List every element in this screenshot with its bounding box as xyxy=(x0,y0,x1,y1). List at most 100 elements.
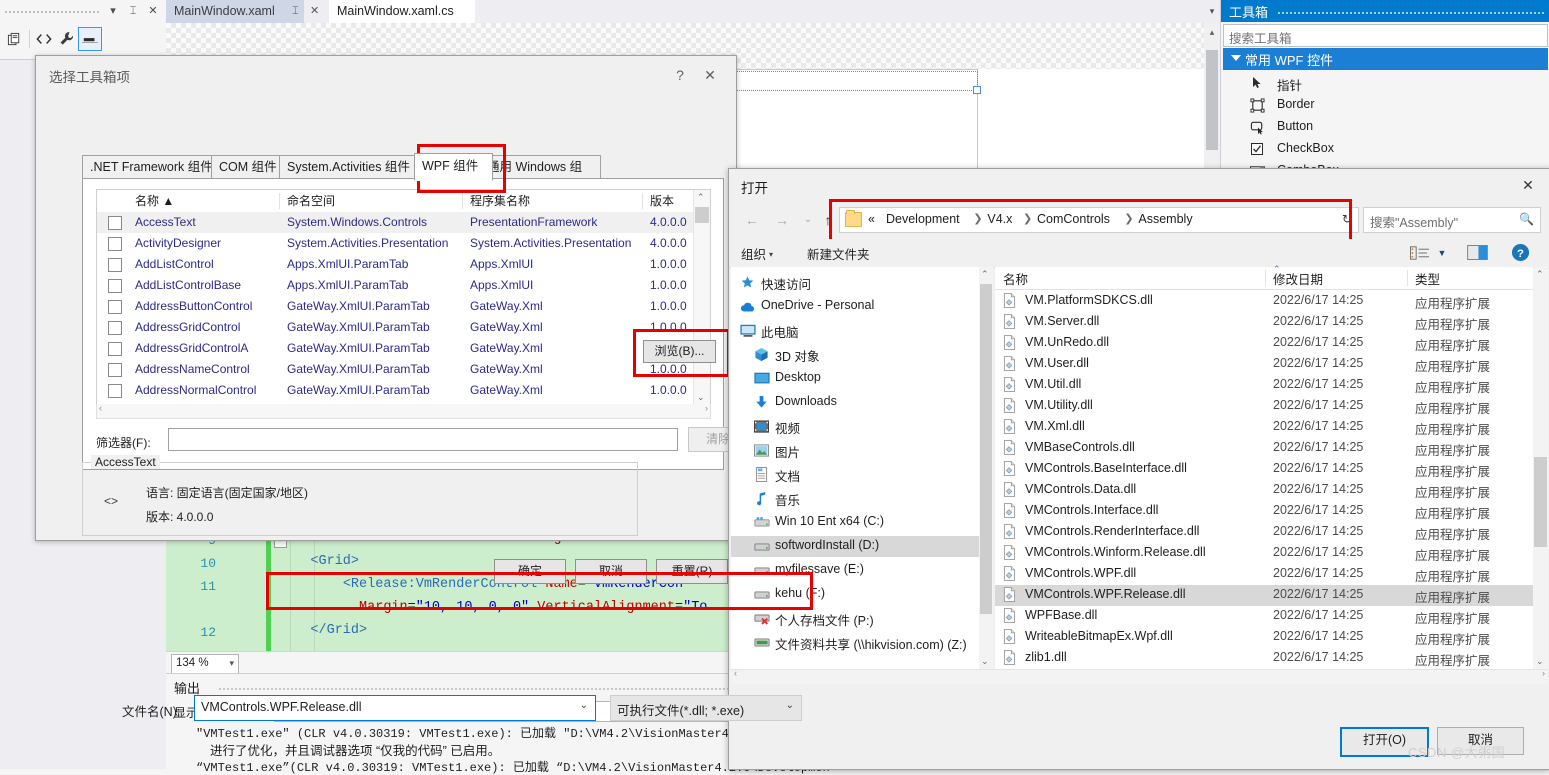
help-icon[interactable]: ? xyxy=(1509,243,1531,262)
toolbox-item-checkbox[interactable]: CheckBox xyxy=(1223,138,1548,160)
pin-icon[interactable]: ⌶ xyxy=(125,3,141,19)
dialog-tab-3[interactable]: WPF 组件 xyxy=(414,153,493,181)
file-row-1[interactable]: VM.Server.dll 2022/6/17 14:25 应用程序扩展 xyxy=(995,312,1533,333)
table-row[interactable]: ActivityDesigner System.Activities.Presen… xyxy=(97,233,694,254)
scroll-left-arrow-icon[interactable]: ‹ xyxy=(99,403,102,413)
nav-item-2[interactable]: 此电脑 xyxy=(731,320,979,341)
nav-item-5[interactable]: Downloads xyxy=(731,392,979,413)
dialog-horizontal-scrollbar[interactable]: ‹ › xyxy=(731,668,1548,684)
nav-item-11[interactable]: softwordInstall (D:) xyxy=(731,536,979,557)
toolbox-item-button[interactable]: Button xyxy=(1223,116,1548,138)
row-checkbox[interactable] xyxy=(108,279,122,293)
filename-input[interactable]: VMControls.WPF.Release.dll ⌄ xyxy=(194,695,596,721)
file-row-4[interactable]: VM.Util.dll 2022/6/17 14:25 应用程序扩展 xyxy=(995,375,1533,396)
row-checkbox[interactable] xyxy=(108,216,122,230)
file-row-16[interactable]: WriteableBitmapEx.Wpf.dll 2022/6/17 14:25… xyxy=(995,627,1533,648)
file-row-12[interactable]: VMControls.Winform.Release.dll 2022/6/17 … xyxy=(995,543,1533,564)
grid-header-name[interactable]: 名称 ▲ xyxy=(135,190,174,212)
file-row-6[interactable]: VM.Xml.dll 2022/6/17 14:25 应用程序扩展 xyxy=(995,417,1533,438)
table-row[interactable]: AccessText System.Windows.Controls Present… xyxy=(97,212,694,233)
scroll-up-arrow-icon[interactable]: ⌃ xyxy=(697,192,705,203)
nav-item-9[interactable]: 音乐 xyxy=(731,488,979,509)
nav-item-14[interactable]: 个人存档文件 (P:) xyxy=(731,608,979,629)
scroll-right-arrow-icon[interactable]: › xyxy=(705,403,708,413)
row-checkbox[interactable] xyxy=(108,321,122,335)
scroll-down-arrow-icon[interactable]: ⌄ xyxy=(697,392,705,403)
file-row-7[interactable]: VMBaseControls.dll 2022/6/17 14:25 应用程序扩展 xyxy=(995,438,1533,459)
grid-header-namespace[interactable]: 命名空间 xyxy=(287,190,335,212)
scroll-right-arrow-icon[interactable]: › xyxy=(1542,668,1545,678)
row-checkbox[interactable] xyxy=(108,384,122,398)
file-row-13[interactable]: VMControls.WPF.dll 2022/6/17 14:25 应用程序扩展 xyxy=(995,564,1533,585)
preview-pane-icon[interactable] xyxy=(1464,243,1490,262)
new-folder-button[interactable]: 新建文件夹 xyxy=(807,244,870,263)
scroll-up-arrow-icon[interactable]: ⌃ xyxy=(981,269,989,280)
file-row-14[interactable]: VMControls.WPF.Release.dll 2022/6/17 14:2… xyxy=(995,585,1533,606)
table-row[interactable]: AddressNameControl GateWay.XmlUI.ParamTab… xyxy=(97,359,694,380)
scroll-up-arrow-icon[interactable]: ⌃ xyxy=(1536,269,1544,280)
copy-icon[interactable] xyxy=(3,28,25,50)
wrench-icon[interactable] xyxy=(56,28,78,50)
back-arrow-icon[interactable]: ← xyxy=(741,209,763,231)
resize-handle[interactable] xyxy=(973,86,981,94)
tab-mainwindow-xaml[interactable]: MainWindow.xaml xyxy=(166,0,304,23)
scroll-left-arrow-icon[interactable]: ‹ xyxy=(734,668,737,678)
close-icon[interactable]: ✕ xyxy=(700,65,720,85)
grid-horizontal-scrollbar[interactable]: ‹ › xyxy=(96,403,711,419)
row-checkbox[interactable] xyxy=(108,237,122,251)
file-scrollbar-thumb[interactable] xyxy=(1534,457,1547,547)
rectangle-icon[interactable] xyxy=(78,27,102,51)
close-icon[interactable]: ✕ xyxy=(145,3,161,19)
help-icon[interactable]: ? xyxy=(670,65,690,85)
nav-item-1[interactable]: OneDrive - Personal xyxy=(731,296,979,317)
row-checkbox[interactable] xyxy=(108,363,122,377)
toolbox-item-border[interactable]: Border xyxy=(1223,94,1548,116)
table-row[interactable]: AddressNormalControl GateWay.XmlUI.ParamT… xyxy=(97,380,694,401)
nav-item-8[interactable]: 文档 xyxy=(731,464,979,485)
tab-overflow-chevron-icon[interactable]: ▾ xyxy=(1204,3,1220,19)
nav-item-10[interactable]: Win 10 Ent x64 (C:) xyxy=(731,512,979,533)
nav-item-7[interactable]: 图片 xyxy=(731,440,979,461)
file-row-5[interactable]: VM.Utility.dll 2022/6/17 14:25 应用程序扩展 xyxy=(995,396,1533,417)
scroll-up-arrow-icon[interactable]: ▴ xyxy=(1204,24,1220,40)
file-row-10[interactable]: VMControls.Interface.dll 2022/6/17 14:25 应… xyxy=(995,501,1533,522)
file-row-0[interactable]: VM.PlatformSDKCS.dll 2022/6/17 14:25 应用程序扩… xyxy=(995,291,1533,312)
code-icon[interactable] xyxy=(33,28,55,50)
chevron-down-icon[interactable]: ▼ xyxy=(1435,243,1449,262)
file-row-3[interactable]: VM.User.dll 2022/6/17 14:25 应用程序扩展 xyxy=(995,354,1533,375)
forward-arrow-icon[interactable]: → xyxy=(771,209,793,231)
chevron-down-icon[interactable]: ▾ xyxy=(105,3,121,19)
pin-icon[interactable]: ⌶ xyxy=(292,0,299,23)
view-list-icon[interactable] xyxy=(1406,243,1432,262)
scroll-down-arrow-icon[interactable]: ⌄ xyxy=(1536,656,1544,667)
nav-item-3[interactable]: 3D 对象 xyxy=(731,344,979,365)
column-header-name[interactable]: 名称 xyxy=(1003,269,1028,288)
nav-pane-scrollbar[interactable]: ⌃ ⌄ xyxy=(979,267,993,669)
nav-item-6[interactable]: 视频 xyxy=(731,416,979,437)
file-row-11[interactable]: VMControls.RenderInterface.dll 2022/6/17 … xyxy=(995,522,1533,543)
nav-scrollbar-thumb[interactable] xyxy=(980,284,992,614)
tab-mainwindow-xaml-cs[interactable]: MainWindow.xaml.cs xyxy=(329,0,475,23)
file-row-8[interactable]: VMControls.BaseInterface.dll 2022/6/17 14… xyxy=(995,459,1533,480)
filter-input[interactable] xyxy=(168,428,678,451)
nav-item-4[interactable]: Desktop xyxy=(731,368,979,389)
nav-item-0[interactable]: 快速访问 xyxy=(731,272,979,293)
column-header-type[interactable]: 类型 xyxy=(1415,269,1440,288)
table-row[interactable]: AddressGridControl GateWay.XmlUI.ParamTab… xyxy=(97,317,694,338)
table-row[interactable]: AddListControlBase Apps.XmlUI.ParamTab App… xyxy=(97,275,694,296)
file-row-15[interactable]: WPFBase.dll 2022/6/17 14:25 应用程序扩展 xyxy=(995,606,1533,627)
row-checkbox[interactable] xyxy=(108,342,122,356)
editor-scrollbar-thumb[interactable] xyxy=(1206,50,1218,150)
row-checkbox[interactable] xyxy=(108,258,122,272)
row-checkbox[interactable] xyxy=(108,300,122,314)
table-row[interactable]: AddressGridControlA GateWay.XmlUI.ParamTa… xyxy=(97,338,694,359)
close-icon[interactable]: ✕ xyxy=(1516,174,1540,196)
scroll-down-arrow-icon[interactable]: ⌄ xyxy=(981,656,989,667)
file-list-scrollbar[interactable]: ⌃ ⌄ xyxy=(1533,267,1548,669)
toolbox-item-指针[interactable]: 指针 xyxy=(1223,72,1548,94)
table-row[interactable]: AddListControl Apps.XmlUI.ParamTab Apps.Xm… xyxy=(97,254,694,275)
grid-header-version[interactable]: 版本 xyxy=(650,190,674,212)
file-row-17[interactable]: zlib1.dll 2022/6/17 14:25 应用程序扩展 xyxy=(995,648,1533,669)
column-header-date[interactable]: 修改日期 xyxy=(1273,269,1323,288)
zoom-level-select[interactable]: 134 % ▾ xyxy=(171,654,239,674)
